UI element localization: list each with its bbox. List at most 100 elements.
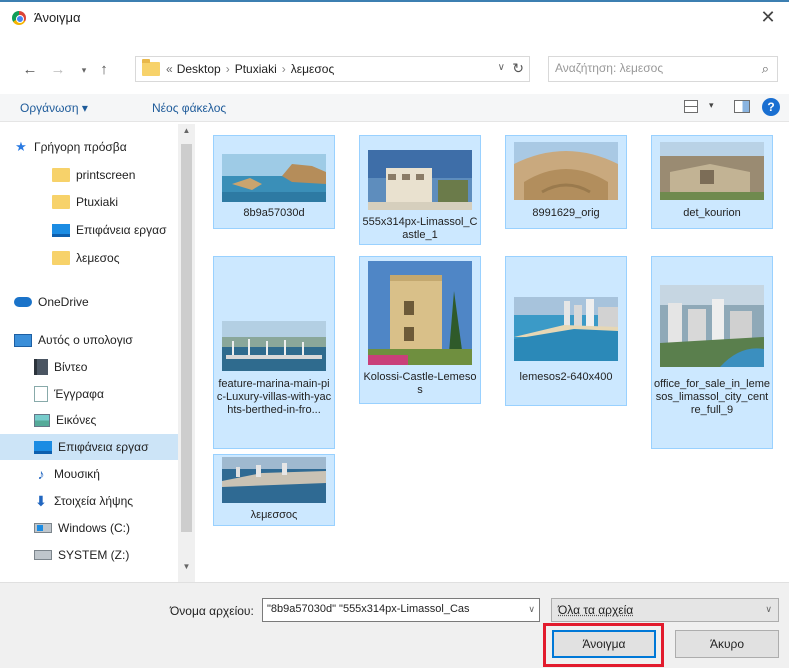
sidebar-item[interactable]: printscreen	[0, 162, 180, 188]
breadcrumb-separator[interactable]: ›	[282, 62, 286, 76]
sidebar-item[interactable]: Windows (C:)	[0, 515, 180, 541]
folder-icon	[52, 168, 70, 182]
organize-menu-button[interactable]: Οργάνωση ▾	[20, 101, 88, 115]
pictures-icon	[34, 413, 50, 427]
file-thumbnail	[660, 142, 764, 200]
new-folder-button[interactable]: Νέος φάκελος	[152, 101, 226, 115]
desktop-folder-icon	[34, 440, 52, 454]
recent-locations-chevron-icon[interactable]: ▾	[74, 60, 94, 80]
title-bar: Άνοιγμα ✕	[0, 2, 789, 32]
file-type-dropdown-icon[interactable]: ∨	[765, 604, 772, 615]
up-arrow-icon[interactable]: ↑	[94, 60, 114, 80]
sidebar-item[interactable]: Εικόνες	[0, 407, 180, 433]
back-arrow-icon[interactable]: ←	[20, 60, 40, 80]
sidebar-item-label: Βίντεο	[54, 360, 88, 374]
change-view-icon[interactable]	[684, 100, 698, 113]
chrome-app-icon	[12, 11, 26, 25]
file-name-dropdown-icon[interactable]: ∨	[528, 604, 535, 615]
file-name-combobox[interactable]: ∨	[262, 598, 540, 622]
forward-arrow-icon[interactable]: →	[48, 60, 68, 80]
sidebar-item[interactable]: Έγγραφα	[0, 381, 180, 407]
sidebar-item[interactable]: Επιφάνεια εργασ	[0, 217, 180, 243]
close-icon[interactable]: ✕	[757, 6, 779, 28]
cancel-button[interactable]: Άκυρο	[675, 630, 779, 658]
preview-pane-icon[interactable]	[734, 100, 750, 113]
file-type-select[interactable]: Όλα τα αρχεία ∨	[551, 598, 779, 622]
sidebar-item[interactable]: Βίντεο	[0, 354, 180, 380]
drive-icon	[34, 550, 52, 560]
sidebar-item[interactable]: Αυτός ο υπολογισ	[0, 327, 180, 353]
sidebar-item-label: Αυτός ο υπολογισ	[38, 333, 133, 347]
quick-access-star-icon: ★	[15, 139, 27, 154]
scrollbar-thumb[interactable]	[181, 144, 192, 532]
file-thumbnail	[514, 142, 618, 200]
sidebar-item[interactable]: ⬇ Στοιχεία λήψης	[0, 488, 180, 514]
file-type-value: Όλα τα αρχεία	[558, 603, 634, 617]
sidebar-item-label: Windows (C:)	[58, 521, 131, 535]
file-item[interactable]: lemesos2-640x400	[505, 256, 627, 406]
breadcrumb-separator[interactable]: ›	[226, 62, 230, 76]
videos-icon	[34, 359, 48, 375]
file-item[interactable]: 8991629_orig	[505, 135, 627, 229]
file-item[interactable]: Kolossi-Castle-Lemesos	[359, 256, 481, 404]
search-input[interactable]	[555, 61, 745, 75]
refresh-icon[interactable]: ↻	[512, 60, 524, 77]
sidebar-item[interactable]: Ptuxiaki	[0, 189, 180, 215]
view-options-chevron-icon[interactable]: ▾	[709, 100, 714, 111]
sidebar-item[interactable]: λεμεσος	[0, 245, 180, 271]
desktop-folder-icon	[52, 223, 70, 237]
sidebar-item[interactable]: Επιφάνεια εργασ	[0, 434, 180, 460]
dialog-footer: Όνομα αρχείου: ∨ Όλα τα αρχεία ∨ Άνοιγμα…	[0, 582, 789, 668]
sidebar-item-label: λεμεσος	[76, 251, 120, 265]
scroll-down-arrow-icon[interactable]: ▼	[178, 562, 195, 576]
sidebar-item[interactable]: SYSTEM (Z:)	[0, 542, 180, 568]
file-name: lemesos2-640x400	[519, 371, 613, 383]
sidebar-item[interactable]: ★ Γρήγορη πρόσβα	[0, 134, 180, 160]
file-list: 8b9a57030d 555x314px-Limassol_Castle_1 8…	[200, 124, 789, 582]
sidebar-item-label: OneDrive	[38, 295, 89, 309]
file-thumbnail	[660, 285, 764, 367]
file-thumbnail	[514, 297, 618, 361]
breadcrumb-lemesos[interactable]: λεμεσος	[291, 62, 334, 76]
file-thumbnail	[368, 261, 472, 365]
folder-icon	[52, 251, 70, 265]
scroll-up-arrow-icon[interactable]: ▲	[178, 126, 195, 140]
file-item[interactable]: 8b9a57030d	[213, 135, 335, 229]
sidebar-item-label: Μουσική	[54, 467, 100, 481]
command-toolbar: Οργάνωση ▾ Νέος φάκελος ▾ ?	[0, 94, 789, 122]
sidebar-item[interactable]: OneDrive	[0, 289, 180, 315]
file-thumbnail	[222, 321, 326, 371]
sidebar-item-label: Επιφάνεια εργασ	[58, 440, 149, 454]
breadcrumb-ptuxiaki[interactable]: Ptuxiaki	[235, 62, 277, 76]
file-thumbnail	[222, 457, 326, 503]
onedrive-cloud-icon	[14, 297, 32, 307]
sidebar-item-label: printscreen	[76, 168, 136, 182]
navigation-scrollbar[interactable]: ▲ ▼	[178, 124, 195, 582]
file-item[interactable]: λεμεσσος	[213, 454, 335, 526]
windows-drive-icon	[34, 523, 52, 533]
open-file-dialog: Άνοιγμα ✕ ← → ▾ ↑ « Desktop › Ptuxiaki › λεμε…	[0, 0, 789, 668]
file-name: 555x314px-Limassol_Castle_1	[362, 216, 478, 241]
open-button[interactable]: Άνοιγμα	[552, 630, 656, 658]
folder-icon	[52, 195, 70, 209]
breadcrumb-desktop[interactable]: Desktop	[177, 62, 221, 76]
file-item[interactable]: det_kourion	[651, 135, 773, 229]
sidebar-item[interactable]: ♪ Μουσική	[0, 461, 180, 487]
sidebar-item-label: Έγγραφα	[54, 387, 104, 401]
folder-icon	[142, 59, 160, 76]
file-name: det_kourion	[683, 207, 741, 219]
dialog-title: Άνοιγμα	[34, 10, 81, 25]
breadcrumb-overflow[interactable]: «	[166, 62, 173, 76]
sidebar-item-label: Επιφάνεια εργασ	[76, 223, 167, 237]
sidebar-item-label: Εικόνες	[56, 413, 97, 427]
music-icon: ♪	[37, 466, 45, 482]
file-item[interactable]: feature-marina-main-pic-Luxury-villas-wi…	[213, 256, 335, 449]
search-icon[interactable]: ⌕	[762, 61, 769, 77]
file-name-input[interactable]	[267, 603, 519, 615]
file-item[interactable]: 555x314px-Limassol_Castle_1	[359, 135, 481, 245]
file-thumbnail	[368, 150, 472, 210]
address-dropdown-icon[interactable]: ∨	[498, 62, 505, 73]
address-bar[interactable]: « Desktop › Ptuxiaki › λεμεσος ∨ ↻	[135, 56, 530, 82]
file-item[interactable]: office_for_sale_in_lemesos_limassol_city…	[651, 256, 773, 449]
help-icon[interactable]: ?	[762, 98, 780, 116]
